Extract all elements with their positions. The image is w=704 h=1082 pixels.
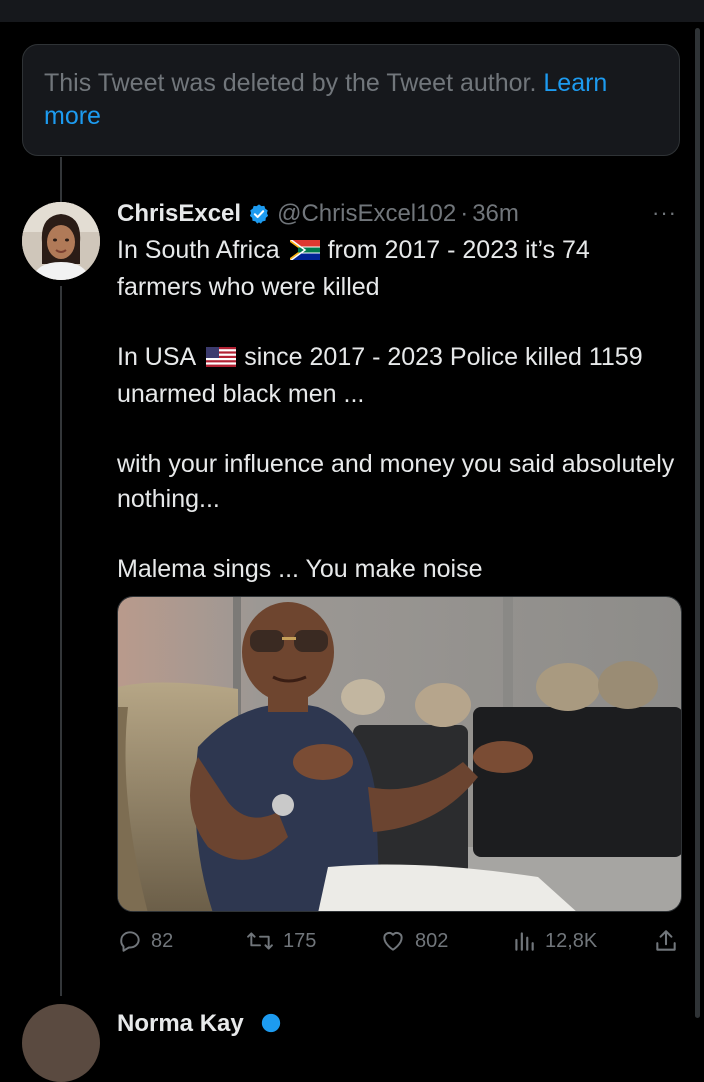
next-author-avatar[interactable] [22,1004,100,1082]
top-bar [0,0,704,22]
retweet-count: 175 [283,929,317,952]
tweet-line-2a: In USA [117,343,197,371]
views-count: 12,8K [545,929,598,952]
tweet-actions: 82 175 802 12,8K [117,928,682,958]
next-author-name[interactable]: Norma Kay [117,1010,244,1038]
tweet-text: In South Africa from 2017 - 2023 it’s 74 … [117,233,677,587]
tweet-photo [118,597,681,911]
tweet-paragraph-1: In South Africa from 2017 - 2023 it’s 74 … [117,233,677,305]
scrollbar[interactable] [695,28,700,1018]
author-name[interactable]: ChrisExcel [117,200,241,228]
views-icon [515,932,534,951]
tweet-paragraph-4: Malema sings ... You make noise [117,555,483,583]
reply-count: 82 [151,929,174,952]
deleted-tweet-notice: This Tweet was deleted by the Tweet auth… [22,44,680,156]
like-icon [383,931,403,951]
header-separator: · [460,200,469,227]
south-africa-flag-icon [289,235,320,270]
tweet-line-1a: In South Africa [117,236,280,264]
more-icon[interactable]: ··· [652,200,677,226]
reply-icon [120,931,140,952]
retweet-icon [247,932,273,950]
author-avatar[interactable] [22,202,100,280]
tweet-header: ChrisExcel @ChrisExcel102 · 36m [117,198,519,230]
like-count: 802 [415,929,449,952]
share-icon [656,930,676,951]
tweet-paragraph-3: with your influence and money you said a… [117,450,675,513]
verified-badge-icon [248,203,270,225]
thread-line [60,286,62,996]
views-button[interactable]: 12,8K [511,928,597,954]
next-verified-badge-icon [260,1012,282,1039]
tweet-paragraph-2: In USA since 2017 - 2023 Police killed 11… [117,340,677,412]
deleted-notice-text: This Tweet was deleted by the Tweet auth… [44,69,537,97]
thread-line-top [60,157,62,203]
tweet-image[interactable] [117,596,682,912]
retweet-button[interactable]: 175 [245,928,316,954]
like-button[interactable]: 802 [379,928,448,954]
share-button[interactable] [653,928,687,954]
usa-flag-icon [206,342,237,377]
tweet-timestamp[interactable]: 36m [472,200,519,228]
reply-button[interactable]: 82 [117,928,173,954]
avatar-image [22,202,100,280]
author-handle[interactable]: @ChrisExcel102 [277,200,456,228]
